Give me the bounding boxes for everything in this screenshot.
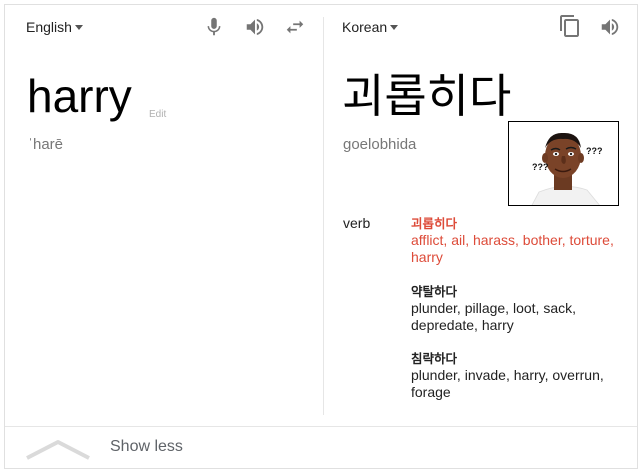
entry-synonyms: afflict, ail, harass, bother, torture, h… [411,232,614,265]
microphone-icon[interactable] [202,15,226,39]
entry-synonyms: plunder, invade, harry, overrun, forage [411,367,604,400]
translated-word: 괴롭히다 [342,69,512,123]
target-language-select[interactable]: Korean [342,19,399,35]
target-language-label: Korean [342,19,388,35]
dictionary-entry[interactable]: 침략하다 plunder, invade, harry, overrun, fo… [411,350,626,401]
caret-down-icon [74,25,83,30]
translated-romanization: goelobhida [343,136,417,153]
question-marks-left: ??? [532,162,549,172]
dictionary-entry[interactable]: 괴롭히다 afflict, ail, harass, bother, tortu… [411,215,626,266]
source-language-label: English [26,19,72,35]
confused-face-image: ??? ??? [508,121,619,206]
entry-headword: 약탈하다 [411,284,458,299]
source-language-select[interactable]: English [26,19,83,35]
confused-face-illustration [531,132,600,205]
question-marks-right: ??? [586,146,603,156]
target-speaker-icon[interactable] [598,15,622,39]
entry-headword: 침략하다 [411,351,458,366]
source-phonetic: ˈharē [28,136,64,153]
translate-card: English Korean harry Edit ˈharē 괴롭히다 goe… [4,4,638,469]
source-word: harry [27,70,132,122]
column-divider [323,17,324,415]
speaker-icon[interactable] [243,15,267,39]
edit-link[interactable]: Edit [149,109,166,120]
swap-languages-icon[interactable] [283,15,307,39]
part-of-speech: verb [343,215,371,231]
caret-down-icon [390,25,399,30]
entry-synonyms: plunder, pillage, loot, sack, depredate,… [411,300,576,333]
show-less-button[interactable]: Show less [5,427,637,468]
entry-headword: 괴롭히다 [411,216,458,231]
show-less-label: Show less [110,438,183,455]
chevron-up-icon [26,440,90,460]
copy-icon[interactable] [558,14,582,38]
dictionary-entry[interactable]: 약탈하다 plunder, pillage, loot, sack, depre… [411,283,626,334]
